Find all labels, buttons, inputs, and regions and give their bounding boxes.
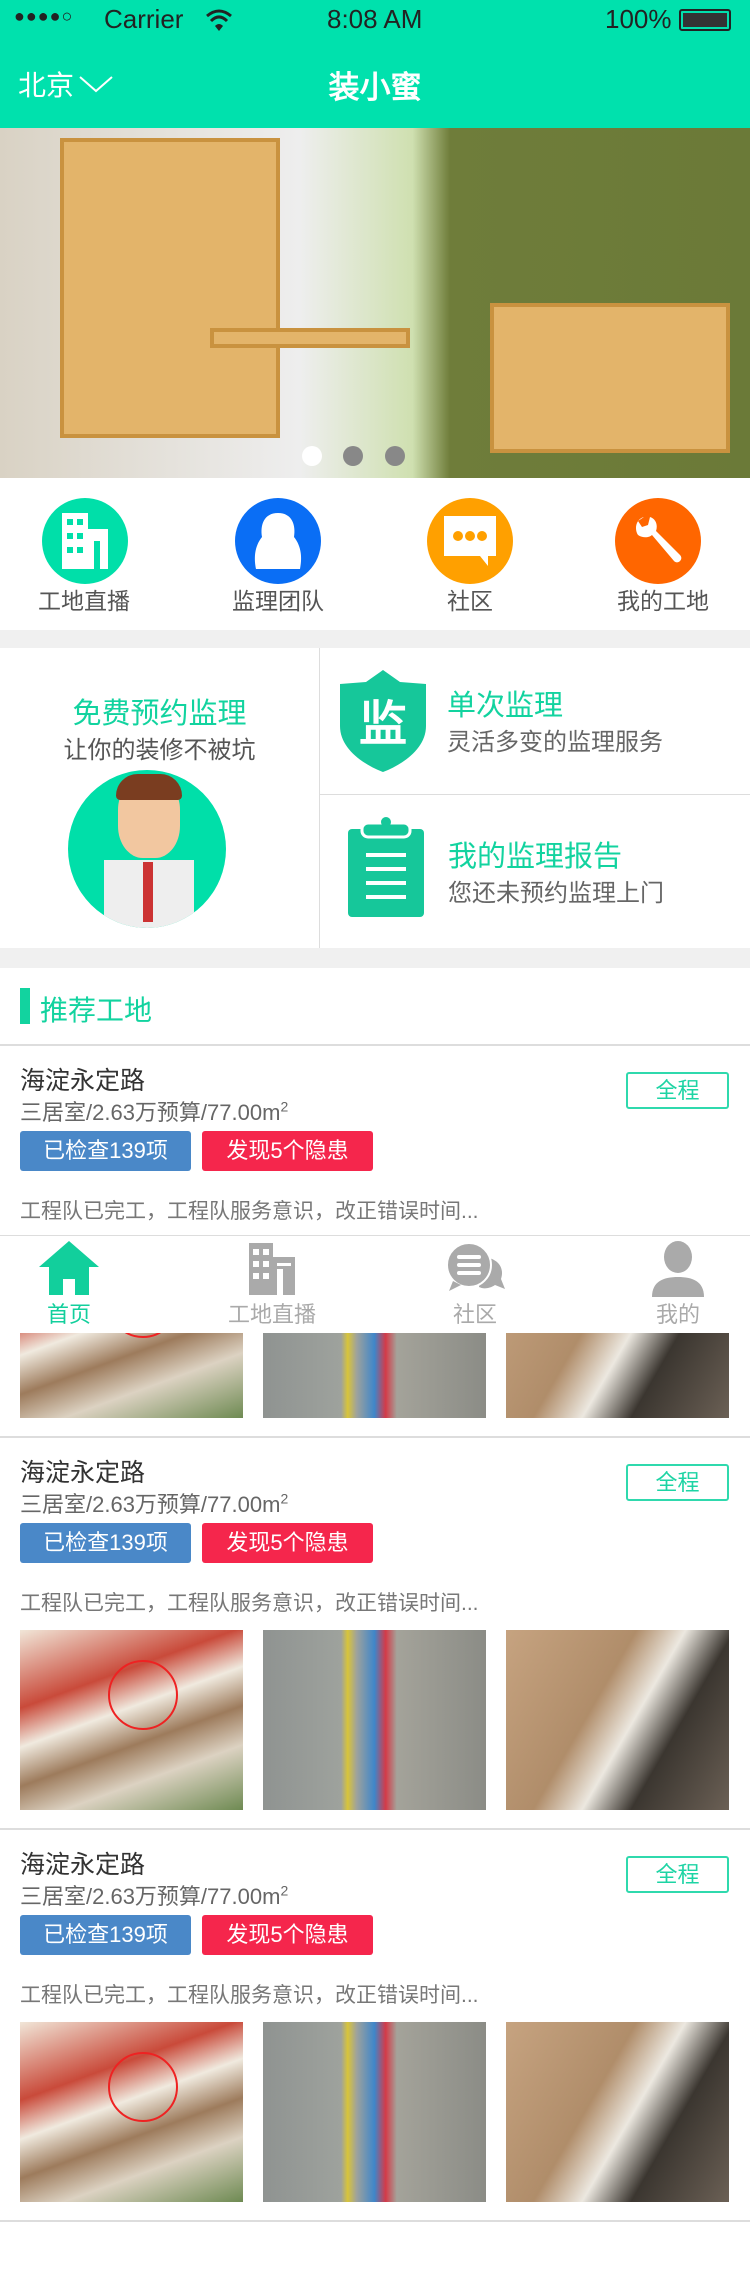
single-supervision-card[interactable]: 监 单次监理 灵活多变的监理服务 bbox=[320, 648, 750, 795]
site-description: 工程队已完工，工程队服务意识，改正错误时间... bbox=[20, 1200, 479, 1223]
site-card[interactable]: 海淀永定路 三居室/2.63万预算/77.00m2 已检查139项 发现5个隐患… bbox=[0, 1437, 750, 1830]
quick-link-label: 监理团队 bbox=[232, 588, 324, 614]
banner-carousel[interactable] bbox=[0, 128, 750, 478]
home-icon bbox=[39, 1241, 99, 1295]
battery-percent: 100% bbox=[605, 4, 672, 34]
site-description: 工程队已完工，工程队服务意识，改正错误时间... bbox=[20, 1592, 479, 1615]
quick-link-label: 我的工地 bbox=[617, 588, 709, 614]
tab-label: 工地直播 bbox=[227, 1302, 316, 1327]
tab-label: 社区 bbox=[452, 1302, 497, 1327]
site-title: 海淀永定路 bbox=[20, 1067, 146, 1095]
svg-text:监: 监 bbox=[359, 696, 407, 752]
team-icon bbox=[235, 498, 321, 584]
site-spec: 三居室/2.63万预算/77.00m2 bbox=[20, 1882, 289, 1909]
single-supervision-title: 单次监理 bbox=[447, 690, 564, 722]
site-spec: 三居室/2.63万预算/77.00m2 bbox=[20, 1098, 289, 1125]
issues-badge: 发现5个隐患 bbox=[202, 1915, 373, 1955]
quick-link-team[interactable]: 监理团队 bbox=[198, 478, 358, 630]
site-spec: 三居室/2.63万预算/77.00m2 bbox=[20, 1490, 289, 1517]
carousel-dot-active[interactable] bbox=[302, 446, 322, 466]
tab-home[interactable]: 首页 bbox=[9, 1235, 129, 1333]
free-booking-subtitle: 让你的装修不被坑 bbox=[63, 737, 256, 764]
nav-bar: 北京 装小蜜 bbox=[0, 40, 750, 128]
my-report-subtitle: 您还未预约监理上门 bbox=[448, 880, 664, 907]
site-photo[interactable] bbox=[506, 2022, 729, 2202]
site-card[interactable]: 海淀永定路 三居室/2.63万预算/77.00m2 已检查139项 发现5个隐患… bbox=[0, 1829, 750, 2222]
site-photo[interactable] bbox=[263, 2022, 486, 2202]
site-photo[interactable] bbox=[20, 1630, 243, 1810]
feature-section: 免费预约监理 让你的装修不被坑 监 单次监理 灵活多变的监理服务 我的监理报告 … bbox=[0, 648, 750, 948]
page-title: 装小蜜 bbox=[328, 70, 422, 105]
tab-community[interactable]: 社区 bbox=[415, 1235, 535, 1333]
full-process-button[interactable]: 全程 bbox=[626, 1072, 729, 1109]
carousel-dot[interactable] bbox=[385, 446, 405, 466]
clock: 8:08 AM bbox=[327, 4, 423, 34]
checked-badge: 已检查139项 bbox=[20, 1131, 191, 1171]
tab-bar: 首页 工地直播 社区 我的 bbox=[0, 1235, 750, 1333]
quick-link-label: 社区 bbox=[447, 588, 493, 614]
site-description: 工程队已完工，工程队服务意识，改正错误时间... bbox=[20, 1984, 479, 2007]
tab-mine[interactable]: 我的 bbox=[618, 1235, 738, 1333]
site-photo[interactable] bbox=[20, 2022, 243, 2202]
supervisor-avatar bbox=[68, 770, 226, 928]
battery-icon bbox=[679, 9, 731, 31]
tab-label: 我的 bbox=[655, 1302, 700, 1327]
site-photo[interactable] bbox=[263, 1630, 486, 1810]
quick-link-site-live[interactable]: 工地直播 bbox=[4, 478, 164, 630]
issues-badge: 发现5个隐患 bbox=[202, 1523, 373, 1563]
quick-link-label: 工地直播 bbox=[38, 588, 130, 614]
checked-badge: 已检查139项 bbox=[20, 1915, 191, 1955]
wifi-icon bbox=[206, 9, 232, 31]
tab-label: 首页 bbox=[46, 1302, 91, 1327]
issues-badge: 发现5个隐患 bbox=[202, 1131, 373, 1171]
shield-icon: 监 bbox=[340, 670, 426, 772]
wrench-icon bbox=[615, 498, 701, 584]
quick-link-my-site[interactable]: 我的工地 bbox=[583, 478, 743, 630]
user-icon bbox=[652, 1241, 704, 1297]
status-bar: ●●●●○ Carrier 8:08 AM 100% bbox=[0, 0, 750, 40]
carousel-dot[interactable] bbox=[343, 446, 363, 466]
chat-icon bbox=[427, 498, 513, 584]
signal-icon: ●●●●○ bbox=[14, 6, 74, 26]
banner-image bbox=[60, 138, 280, 438]
quick-links: 工地直播 监理团队 社区 我的工地 bbox=[0, 478, 750, 630]
my-report-card[interactable]: 我的监理报告 您还未预约监理上门 bbox=[320, 795, 750, 948]
chat-bubbles-icon bbox=[446, 1243, 505, 1291]
carrier: Carrier bbox=[104, 4, 184, 34]
free-booking-title: 免费预约监理 bbox=[72, 698, 247, 730]
single-supervision-subtitle: 灵活多变的监理服务 bbox=[447, 729, 663, 756]
section-header: 推荐工地 bbox=[0, 968, 750, 1045]
building-icon bbox=[42, 498, 128, 584]
clipboard-icon bbox=[348, 817, 424, 917]
full-process-button[interactable]: 全程 bbox=[626, 1464, 729, 1501]
building-icon bbox=[249, 1243, 295, 1295]
free-booking-card[interactable]: 免费预约监理 让你的装修不被坑 bbox=[0, 648, 319, 948]
section-title: 推荐工地 bbox=[40, 995, 153, 1026]
divider bbox=[0, 948, 750, 968]
quick-link-community[interactable]: 社区 bbox=[390, 478, 550, 630]
checked-badge: 已检查139项 bbox=[20, 1523, 191, 1563]
site-title: 海淀永定路 bbox=[20, 1851, 146, 1879]
tab-site-live[interactable]: 工地直播 bbox=[212, 1235, 332, 1333]
site-title: 海淀永定路 bbox=[20, 1459, 146, 1487]
my-report-title: 我的监理报告 bbox=[448, 841, 623, 873]
divider bbox=[0, 630, 750, 648]
site-photo[interactable] bbox=[506, 1630, 729, 1810]
full-process-button[interactable]: 全程 bbox=[626, 1856, 729, 1893]
